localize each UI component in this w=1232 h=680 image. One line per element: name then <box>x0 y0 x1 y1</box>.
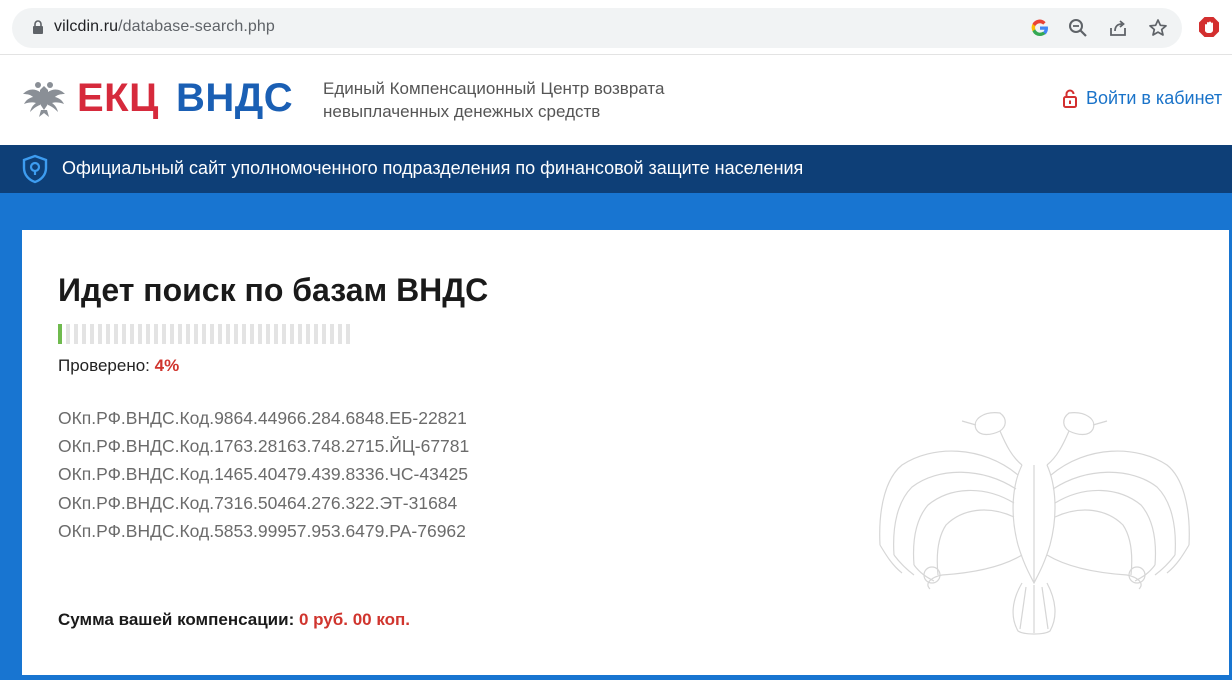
checked-percent: 4% <box>154 356 180 375</box>
sum-value: 0 руб. 00 коп. <box>298 610 410 629</box>
brand-name-red[interactable]: ЕКЦ <box>77 76 159 121</box>
progress-segment <box>258 324 262 344</box>
progress-segment <box>306 324 310 344</box>
progress-segment <box>330 324 334 344</box>
shield-icon <box>22 154 48 184</box>
lock-icon[interactable] <box>32 20 44 34</box>
checked-label: Проверено: <box>58 356 150 375</box>
url-path: /database-search.php <box>118 18 275 35</box>
address-bar[interactable]: vilcdin.ru/database-search.php <box>12 8 1182 48</box>
login-link[interactable]: Войти в кабинет <box>1062 86 1222 110</box>
progress-segment <box>242 324 246 344</box>
tagline-line-2: невыплаченных денежных средств <box>323 102 601 121</box>
progress-bar <box>58 324 354 344</box>
progress-segment <box>250 324 254 344</box>
progress-segment <box>66 324 70 344</box>
progress-segment <box>234 324 238 344</box>
google-icon[interactable] <box>1029 17 1051 39</box>
progress-segment <box>74 324 78 344</box>
progress-segment <box>106 324 110 344</box>
progress-segment <box>82 324 86 344</box>
site-tagline: Единый Компенсационный Центр возврата не… <box>323 77 664 123</box>
progress-segment <box>298 324 302 344</box>
brand-name-blue[interactable]: ВНДС <box>176 76 293 121</box>
share-icon[interactable] <box>1107 17 1129 39</box>
progress-segment <box>274 324 278 344</box>
code-item: ОКп.РФ.ВНДС.Код.1763.28163.748.2715.ЙЦ-6… <box>58 436 470 457</box>
progress-segment <box>218 324 222 344</box>
progress-segment <box>338 324 342 344</box>
tagline-line-1: Единый Компенсационный Центр возврата <box>323 79 665 98</box>
progress-segment <box>170 324 174 344</box>
progress-segment <box>314 324 318 344</box>
progress-segment <box>226 324 230 344</box>
progress-segment <box>322 324 326 344</box>
progress-segment <box>202 324 206 344</box>
progress-segment <box>122 324 126 344</box>
official-site-banner: Официальный сайт уполномоченного подразд… <box>0 145 1232 193</box>
progress-segment <box>290 324 294 344</box>
progress-segment <box>210 324 214 344</box>
progress-segment <box>58 324 62 344</box>
progress-segment <box>114 324 118 344</box>
progress-segment <box>186 324 190 344</box>
sum-label: Сумма вашей компенсации: <box>58 610 295 629</box>
code-item: ОКп.РФ.ВНДС.Код.9864.44966.284.6848.ЕБ-2… <box>58 408 467 428</box>
code-list: ОКп.РФ.ВНДС.Код.9864.44966.284.6848.ЕБ-2… <box>58 404 469 545</box>
code-item: ОКп.РФ.ВНДС.Код.5853.99957.953.6479.РА-7… <box>58 520 466 541</box>
checked-status: Проверено: 4% <box>58 356 179 376</box>
page-title: Идет поиск по базам ВНДС <box>58 272 489 308</box>
progress-segment <box>282 324 286 344</box>
url-text[interactable]: vilcdin.ru/database-search.php <box>54 18 275 36</box>
progress-segment <box>194 324 198 344</box>
login-label: Войти в кабинет <box>1086 87 1223 108</box>
search-card: Идет поиск по базам ВНДС Проверено: 4% О… <box>22 230 1229 675</box>
url-host: vilcdin.ru <box>54 18 119 35</box>
progress-segment <box>346 324 350 344</box>
progress-segment <box>90 324 94 344</box>
progress-segment <box>130 324 134 344</box>
star-icon[interactable] <box>1147 17 1169 39</box>
progress-segment <box>138 324 142 344</box>
progress-segment <box>266 324 270 344</box>
banner-text: Официальный сайт уполномоченного подразд… <box>62 158 804 178</box>
open-lock-icon <box>1063 89 1077 108</box>
progress-segment <box>162 324 166 344</box>
progress-segment <box>178 324 182 344</box>
progress-segment <box>98 324 102 344</box>
progress-segment <box>154 324 158 344</box>
compensation-sum: Сумма вашей компенсации: 0 руб. 00 коп. <box>58 610 410 630</box>
browser-toolbar: vilcdin.ru/database-search.php <box>0 0 1232 55</box>
eagle-logo-icon[interactable] <box>22 80 66 118</box>
coat-of-arms-eagle-icon <box>879 412 1190 635</box>
progress-segment <box>146 324 150 344</box>
zoom-icon[interactable] <box>1067 17 1089 39</box>
code-item: ОКп.РФ.ВНДС.Код.7316.50464.276.322.ЭТ-31… <box>58 492 458 513</box>
code-item: ОКп.РФ.ВНДС.Код.1465.40479.439.8336.ЧС-4… <box>58 464 469 485</box>
site-header: ЕКЦ ВНДС Единый Компенсационный Центр во… <box>0 55 1232 145</box>
extension-icon[interactable] <box>1198 16 1220 38</box>
